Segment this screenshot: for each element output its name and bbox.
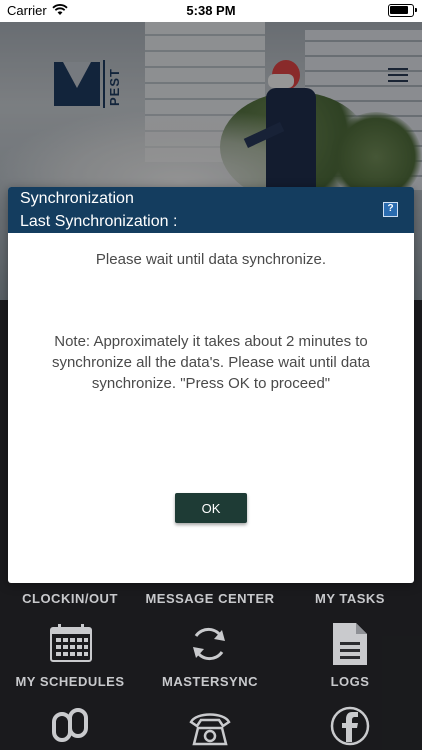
ok-button[interactable]: OK xyxy=(175,493,247,523)
phone-icon[interactable] xyxy=(188,708,232,746)
menu-item-my-schedules[interactable]: MY SCHEDULES xyxy=(0,674,140,689)
dialog-header: Synchronization Last Synchronization : ? xyxy=(8,187,414,233)
dialog-note: Note: Approximately it takes about 2 min… xyxy=(51,333,371,392)
menu-item-message-center[interactable]: MESSAGE CENTER xyxy=(140,591,280,606)
status-bar: Carrier 5:38 PM xyxy=(0,0,422,22)
document-icon[interactable] xyxy=(332,622,368,666)
menu-item-my-tasks[interactable]: MY TASKS xyxy=(280,591,420,606)
link-icon[interactable] xyxy=(52,706,88,746)
sync-icon[interactable] xyxy=(189,624,229,664)
sync-dialog: Synchronization Last Synchronization : ?… xyxy=(8,187,414,583)
clock: 5:38 PM xyxy=(186,3,236,18)
last-sync-label: Last Synchronization : xyxy=(20,213,178,230)
menu-item-logs[interactable]: LOGS xyxy=(280,674,420,689)
menu-item-clockin[interactable]: CLOCKIN/OUT xyxy=(0,591,140,606)
battery-icon xyxy=(388,4,417,17)
dialog-title: Synchronization xyxy=(20,190,134,207)
facebook-icon[interactable] xyxy=(330,706,370,746)
help-icon[interactable]: ? xyxy=(383,202,398,217)
dialog-message: Please wait until data synchronize. xyxy=(95,251,327,268)
menu-item-mastersync[interactable]: MASTERSYNC xyxy=(140,674,280,689)
calendar-icon[interactable] xyxy=(50,624,92,662)
